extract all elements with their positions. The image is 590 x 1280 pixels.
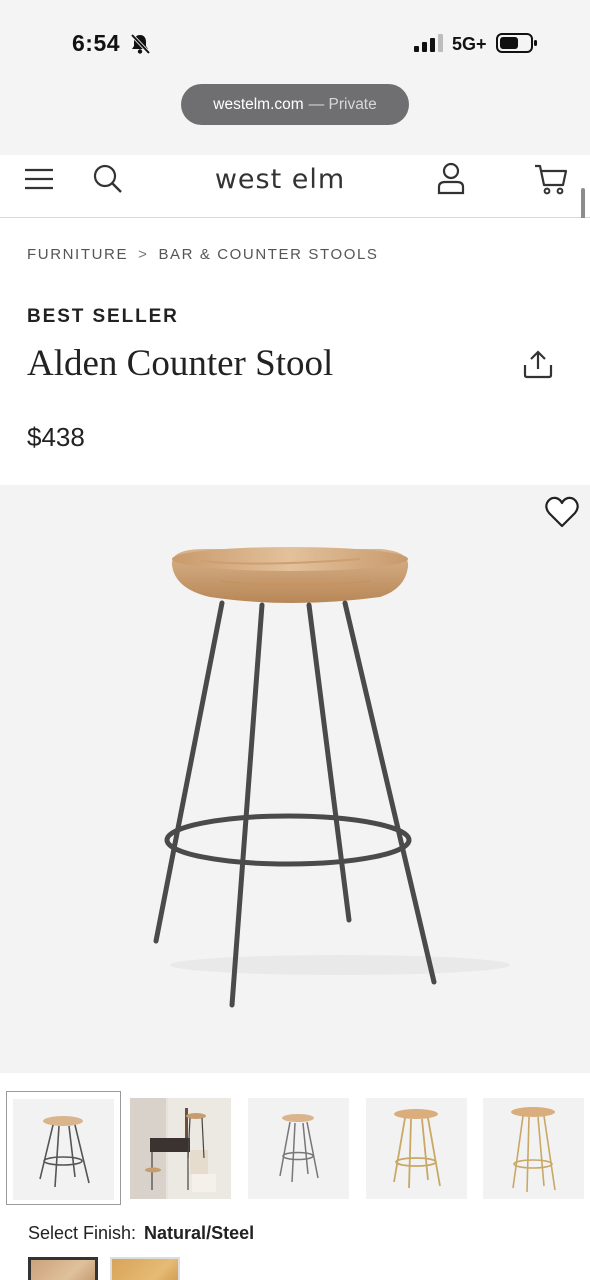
finish-label: Select Finish: Natural/Steel <box>28 1223 254 1244</box>
thumbnail-image <box>13 1099 114 1200</box>
breadcrumb-furniture[interactable]: FURNITURE <box>27 246 128 263</box>
thumbnail-3[interactable] <box>242 1091 357 1205</box>
url-host: westelm.com <box>213 95 304 113</box>
thumbnail-strip <box>0 1073 590 1213</box>
thumbnail-5[interactable] <box>477 1091 590 1205</box>
cart-icon[interactable] <box>534 161 568 195</box>
finish-value: Natural/Steel <box>144 1223 255 1243</box>
share-icon[interactable] <box>522 348 554 380</box>
product-info: FURNITURE > BAR & COUNTER STOOLS BEST SELL… <box>0 218 590 485</box>
thumbnail-image <box>483 1098 584 1199</box>
thumbnail-image <box>130 1098 231 1199</box>
product-hero-image[interactable] <box>0 485 590 1073</box>
thumbnail-image <box>248 1098 349 1199</box>
thumbnail-4[interactable] <box>360 1091 475 1205</box>
swatch-natural-steel[interactable] <box>28 1257 98 1280</box>
breadcrumb-bar-counter-stools[interactable]: BAR & COUNTER STOOLS <box>158 246 378 263</box>
breadcrumb-separator: > <box>138 246 149 263</box>
browsing-mode: — Private <box>308 95 377 113</box>
network-type: 5G+ <box>452 34 487 54</box>
signal-icon <box>414 34 443 52</box>
thumbnail-image <box>366 1098 467 1199</box>
status-bar: 6:54 5G+ <box>0 0 590 80</box>
site-logo[interactable]: west elm <box>0 164 560 195</box>
wishlist-heart-icon[interactable] <box>544 495 580 529</box>
breadcrumb: FURNITURE > BAR & COUNTER STOOLS <box>27 246 379 263</box>
account-icon[interactable] <box>434 161 468 195</box>
address-bar[interactable]: westelm.com — Private <box>181 84 409 125</box>
battery-icon <box>496 33 537 53</box>
site-header: west elm <box>0 155 590 218</box>
stool-image <box>153 547 510 1008</box>
product-title: Alden Counter Stool <box>27 343 334 384</box>
best-seller-badge: BEST SELLER <box>27 306 179 327</box>
swatch-natural-brass[interactable] <box>110 1257 180 1280</box>
thumbnail-2[interactable] <box>124 1091 239 1205</box>
finish-label-text: Select Finish: <box>28 1223 137 1243</box>
bell-slash-icon <box>130 33 151 55</box>
finish-selector: Select Finish: Natural/Steel <box>0 1213 590 1280</box>
product-price: $438 <box>27 422 85 452</box>
thumbnail-1[interactable] <box>6 1091 121 1205</box>
status-time: 6:54 <box>72 30 121 56</box>
